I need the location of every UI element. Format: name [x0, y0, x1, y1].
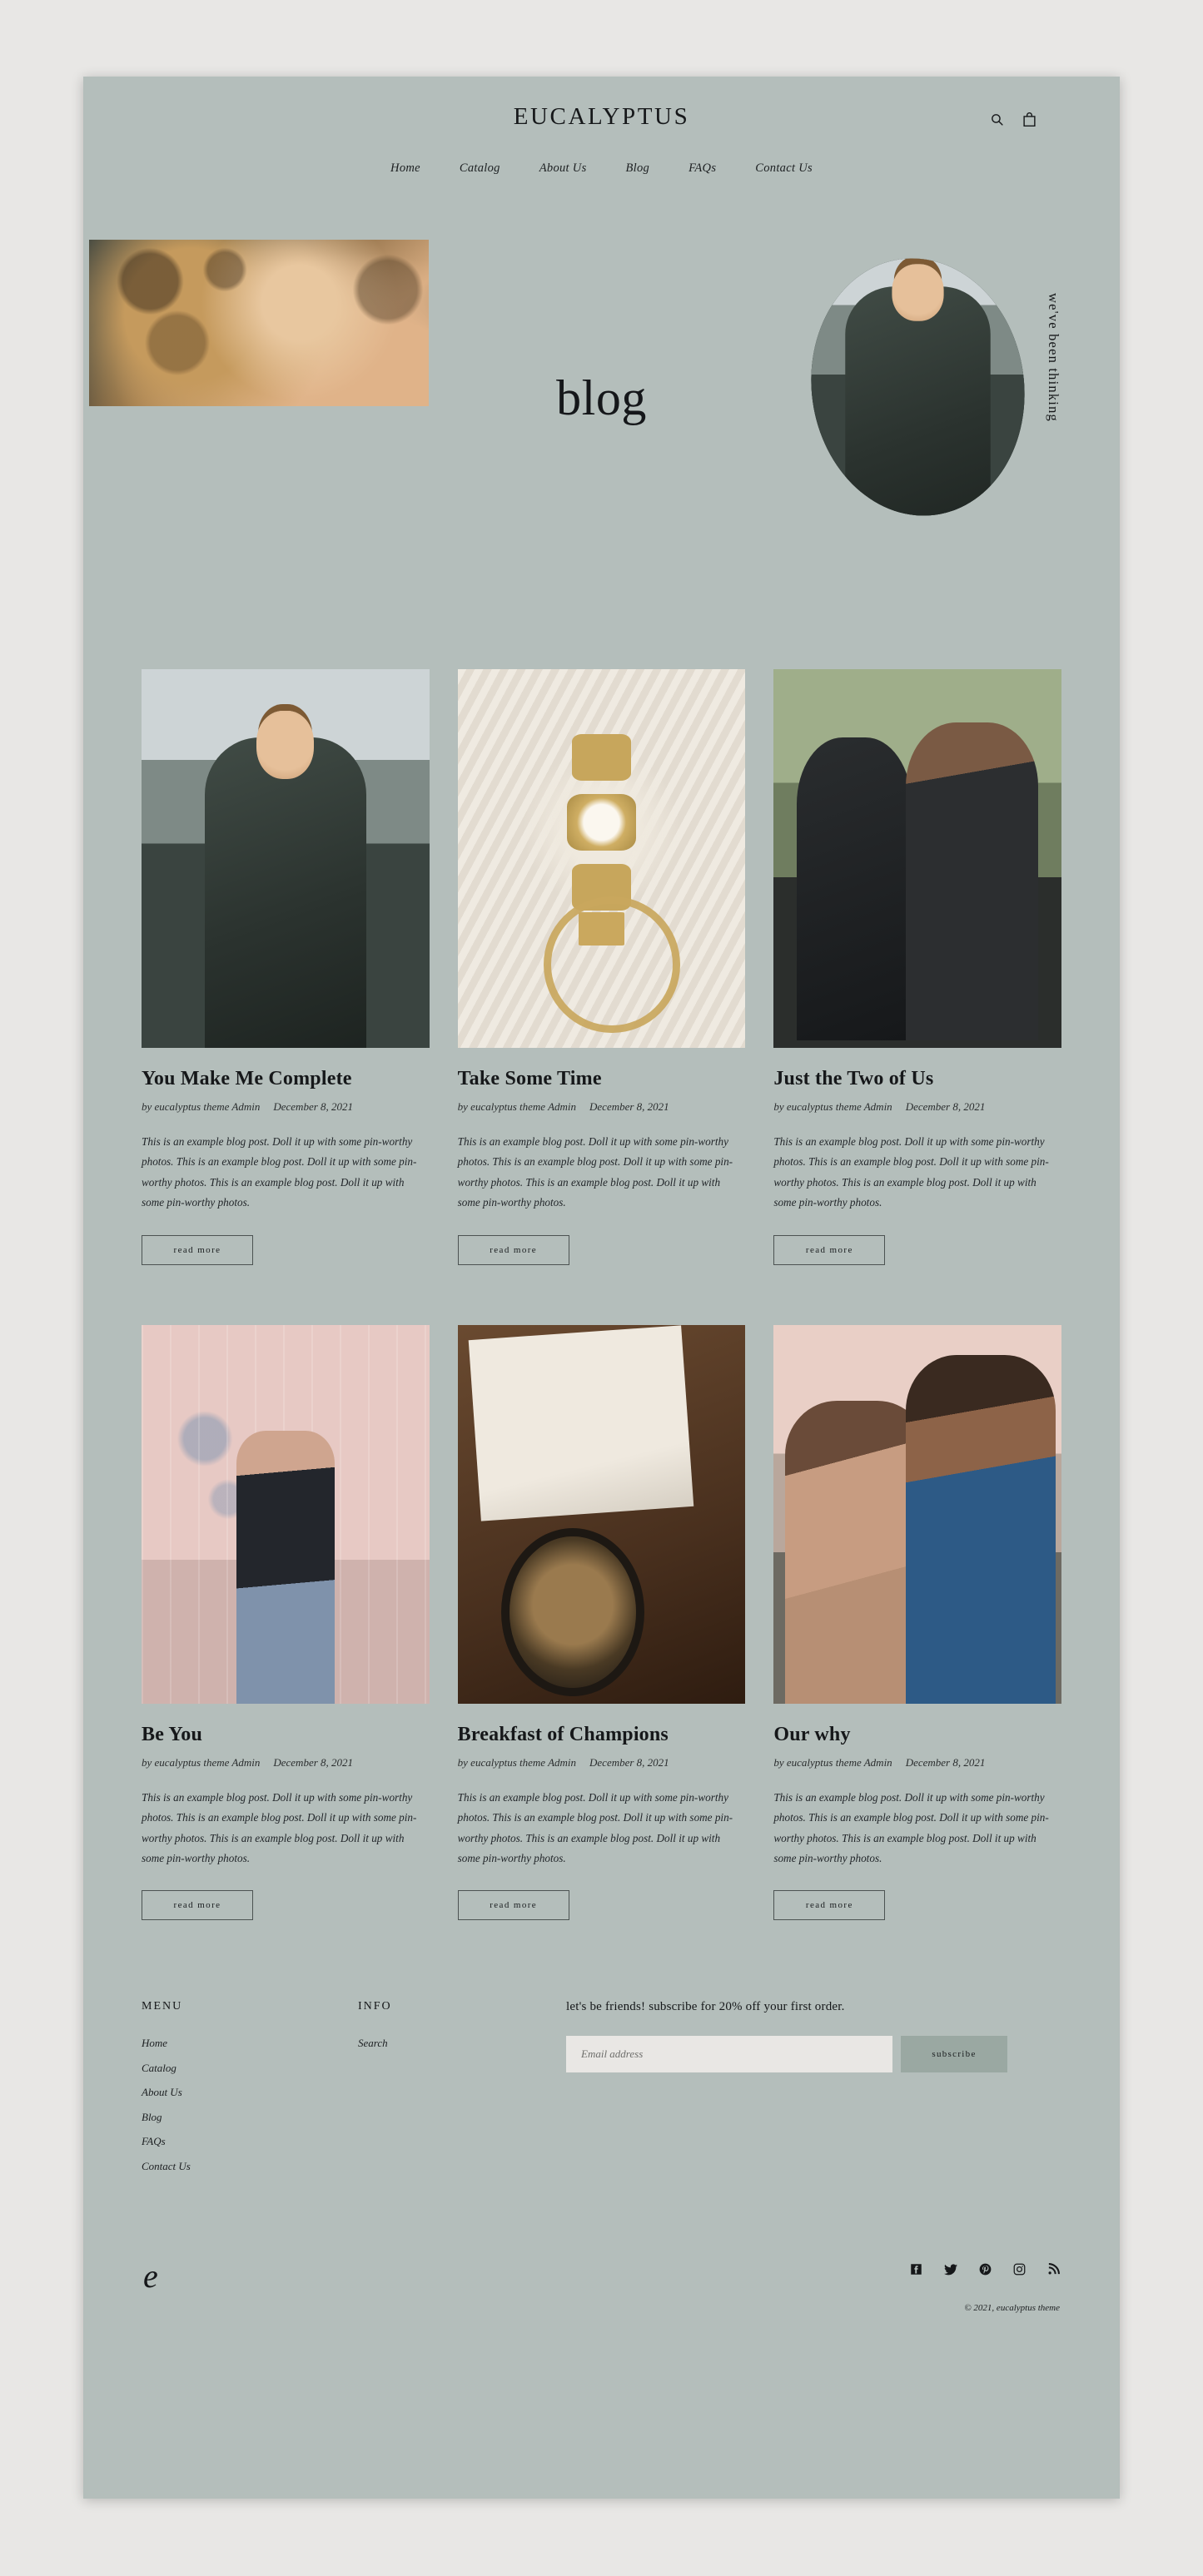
post-author: by eucalyptus theme Admin [773, 1100, 892, 1113]
footer-bottom-bar: e © 2021, eucalyptus theme [83, 2250, 1120, 2375]
read-more-button[interactable]: read more [142, 1890, 253, 1921]
post-excerpt: This is an example blog post. Doll it up… [457, 1790, 733, 1864]
footer-menu-column: MENU Home Catalog About Us Blog FAQs Con… [142, 2000, 291, 2184]
nav-item-blog[interactable]: Blog [626, 161, 650, 176]
hero-section: blog we've been thinking [83, 210, 1120, 669]
post-thumbnail[interactable] [142, 1324, 430, 1704]
post-date: December 8, 2021 [589, 1755, 669, 1769]
footer-link-catalog[interactable]: Catalog [142, 2062, 291, 2075]
post-author: by eucalyptus theme Admin [457, 1100, 577, 1113]
post-excerpt: This is an example blog post. Doll it up… [773, 1790, 1049, 1864]
read-more-button[interactable]: read more [142, 1234, 253, 1265]
footer-link-contact-us[interactable]: Contact Us [142, 2160, 291, 2173]
post-date: December 8, 2021 [273, 1100, 354, 1113]
footer-menu-heading: MENU [142, 2000, 183, 2013]
search-icon[interactable] [990, 112, 1004, 127]
post-thumbnail[interactable] [773, 669, 1061, 1048]
post-author: by eucalyptus theme Admin [142, 1100, 261, 1113]
site-logo[interactable]: EUCALYPTUS [83, 103, 1120, 131]
blog-post-card[interactable]: Be You by eucalyptus theme Admin Decembe… [142, 1324, 430, 1921]
post-meta: by eucalyptus theme Admin December 8, 20… [142, 1756, 430, 1769]
pinterest-icon[interactable] [979, 2263, 992, 2276]
shopping-bag-icon[interactable] [1022, 112, 1036, 127]
copyright-text: © 2021, eucalyptus theme [964, 2303, 1060, 2314]
hero-oval-image [794, 244, 1041, 530]
post-title[interactable]: You Make Me Complete [142, 1068, 430, 1090]
footer-link-home[interactable]: Home [142, 2037, 291, 2050]
post-date: December 8, 2021 [273, 1755, 354, 1769]
main-navigation: Home Catalog About Us Blog FAQs Contact … [83, 161, 1120, 176]
nav-item-catalog[interactable]: Catalog [460, 161, 500, 176]
post-title[interactable]: Just the Two of Us [773, 1068, 1061, 1090]
rss-icon[interactable] [1047, 2263, 1060, 2276]
post-author: by eucalyptus theme Admin [773, 1755, 892, 1769]
footer-monogram-logo[interactable]: e [143, 2256, 158, 2296]
post-meta: by eucalyptus theme Admin December 8, 20… [142, 1100, 430, 1114]
post-excerpt: This is an example blog post. Doll it up… [142, 1790, 417, 1864]
post-date: December 8, 2021 [905, 1100, 986, 1113]
header-icon-group [990, 112, 1036, 127]
blog-post-card[interactable]: Our why by eucalyptus theme Admin Decemb… [773, 1324, 1061, 1921]
subscribe-button[interactable]: subscribe [901, 2036, 1007, 2073]
footer-info-heading: INFO [358, 2000, 392, 2013]
post-title[interactable]: Be You [142, 1724, 430, 1746]
footer-info-column: INFO Search [358, 2000, 508, 2062]
post-date: December 8, 2021 [905, 1755, 986, 1769]
nav-item-about-us[interactable]: About Us [539, 161, 587, 176]
read-more-button[interactable]: read more [457, 1234, 569, 1265]
site-header: EUCALYPTUS Home Catalog About Us Blog FA… [83, 77, 1120, 210]
instagram-icon[interactable] [1013, 2263, 1026, 2276]
post-meta: by eucalyptus theme Admin December 8, 20… [458, 1100, 746, 1114]
post-author: by eucalyptus theme Admin [457, 1755, 577, 1769]
newsletter-form: subscribe [566, 2036, 1007, 2073]
blog-post-card[interactable]: You Make Me Complete by eucalyptus theme… [142, 669, 430, 1265]
post-excerpt: This is an example blog post. Doll it up… [773, 1135, 1049, 1209]
nav-item-home[interactable]: Home [390, 161, 420, 176]
blog-post-card[interactable]: Just the Two of Us by eucalyptus theme A… [773, 669, 1061, 1265]
site-footer: MENU Home Catalog About Us Blog FAQs Con… [83, 2000, 1120, 2250]
post-meta: by eucalyptus theme Admin December 8, 20… [773, 1756, 1061, 1769]
social-links [910, 2263, 1060, 2276]
blog-post-card[interactable]: Take Some Time by eucalyptus theme Admin… [457, 669, 746, 1265]
post-title[interactable]: Breakfast of Champions [458, 1724, 746, 1746]
post-meta: by eucalyptus theme Admin December 8, 20… [458, 1756, 746, 1769]
post-thumbnail[interactable] [457, 669, 746, 1048]
blog-post-card[interactable]: Breakfast of Champions by eucalyptus the… [457, 1324, 746, 1921]
post-meta: by eucalyptus theme Admin December 8, 20… [773, 1100, 1061, 1114]
footer-link-search[interactable]: Search [358, 2037, 508, 2050]
facebook-icon[interactable] [910, 2263, 922, 2276]
post-thumbnail[interactable] [142, 669, 430, 1048]
newsletter-section: let's be friends! subscribe for 20% off … [566, 2000, 1007, 2073]
post-title[interactable]: Take Some Time [458, 1068, 746, 1090]
hero-vertical-caption: we've been thinking [1046, 293, 1061, 422]
newsletter-heading: let's be friends! subscribe for 20% off … [566, 2000, 845, 2014]
blog-posts-grid: You Make Me Complete by eucalyptus theme… [83, 669, 1120, 1921]
footer-link-about-us[interactable]: About Us [142, 2086, 291, 2099]
screenshot-stage: EUCALYPTUS Home Catalog About Us Blog FA… [0, 0, 1203, 2576]
read-more-button[interactable]: read more [773, 1234, 886, 1265]
footer-link-blog[interactable]: Blog [142, 2111, 291, 2124]
read-more-button[interactable]: read more [773, 1890, 886, 1921]
twitter-icon[interactable] [944, 2264, 957, 2276]
read-more-button[interactable]: read more [457, 1890, 569, 1921]
nav-item-faqs[interactable]: FAQs [688, 161, 716, 176]
footer-link-faqs[interactable]: FAQs [142, 2135, 291, 2148]
nav-item-contact-us[interactable]: Contact Us [755, 161, 813, 176]
post-thumbnail[interactable] [457, 1324, 746, 1704]
post-thumbnail[interactable] [773, 1324, 1061, 1704]
post-excerpt: This is an example blog post. Doll it up… [142, 1135, 417, 1209]
post-author: by eucalyptus theme Admin [142, 1755, 261, 1769]
email-input[interactable] [566, 2036, 892, 2073]
site-page: EUCALYPTUS Home Catalog About Us Blog FA… [83, 77, 1120, 2499]
post-date: December 8, 2021 [589, 1100, 669, 1113]
post-title[interactable]: Our why [773, 1724, 1061, 1746]
post-excerpt: This is an example blog post. Doll it up… [457, 1135, 733, 1209]
